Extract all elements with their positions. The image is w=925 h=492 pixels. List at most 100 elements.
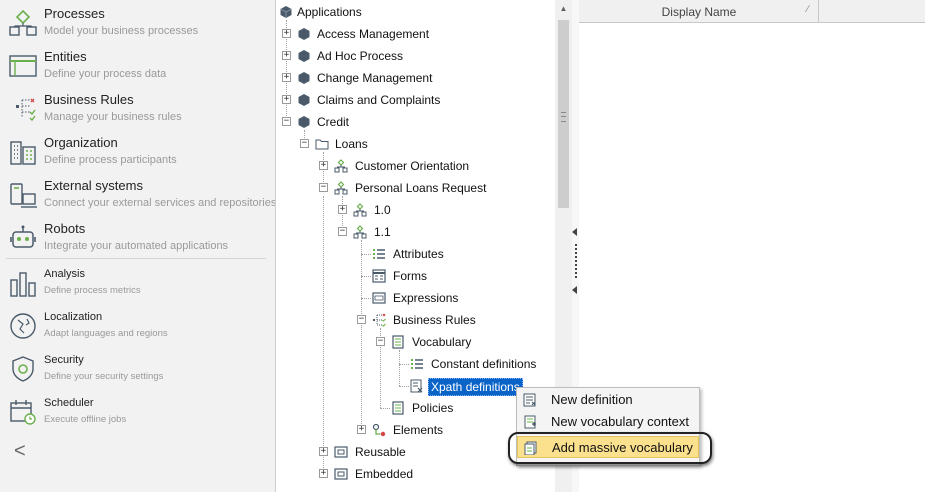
- menu-item-new-vocabulary-context[interactable]: New vocabulary context: [517, 411, 699, 433]
- column-header-filler: [819, 0, 925, 23]
- new-definition-icon: [523, 393, 536, 407]
- splitter-grip-icon: [575, 244, 577, 280]
- tree-node-label: Vocabulary: [412, 335, 472, 349]
- new-vocabulary-context-icon: [524, 415, 536, 429]
- process-icon: [334, 159, 348, 173]
- business-rules-icon: [373, 313, 386, 327]
- navigation-sidebar: Processes Model your business processes …: [0, 0, 276, 492]
- robot-icon: [10, 225, 36, 248]
- application-cube-icon: [280, 6, 292, 18]
- sidebar-item-title: Organization: [44, 135, 118, 150]
- expand-button[interactable]: +: [319, 161, 328, 170]
- sidebar-item-subtitle: Model your business processes: [44, 25, 199, 37]
- tree-node-label: Elements: [393, 423, 444, 437]
- expand-button[interactable]: +: [282, 29, 291, 38]
- collapse-button[interactable]: −: [376, 337, 385, 346]
- scroll-up-arrow-icon[interactable]: ▲: [555, 0, 572, 17]
- sidebar-item-security[interactable]: Security Define your security settings: [0, 350, 275, 392]
- add-massive-vocabulary-icon: [524, 441, 537, 455]
- sidebar-divider: [6, 258, 266, 259]
- tree-node-label: Xpath definitions: [428, 378, 523, 396]
- grip-icon: [561, 112, 566, 122]
- sidebar-item-title: Scheduler: [44, 397, 94, 409]
- tree-node-label: 1.0: [374, 203, 391, 217]
- elements-icon: [372, 423, 386, 437]
- process-icon: [334, 181, 348, 195]
- application-cube-icon: [298, 94, 310, 106]
- collapse-left-arrow-icon[interactable]: [572, 228, 577, 236]
- organization-icon: [10, 141, 36, 165]
- application-cube-icon: [298, 50, 310, 62]
- expand-button[interactable]: +: [357, 425, 366, 434]
- process-version-icon: [353, 225, 367, 239]
- tree-connector: [399, 386, 409, 387]
- embedded-icon: [334, 468, 348, 480]
- expand-button[interactable]: +: [282, 51, 291, 60]
- expressions-icon: [372, 292, 386, 304]
- sidebar-item-entities[interactable]: Entities Define your process data: [0, 47, 275, 89]
- expand-button[interactable]: +: [338, 205, 347, 214]
- collapse-sidebar-button[interactable]: <: [14, 440, 34, 464]
- column-header-display-name[interactable]: Display Name ⁄: [579, 0, 819, 23]
- sidebar-item-robots[interactable]: Robots Integrate your automated applicat…: [0, 219, 275, 261]
- collapse-button[interactable]: −: [300, 139, 309, 148]
- policies-icon: [392, 401, 404, 415]
- tree-connector: [399, 350, 400, 386]
- tree-node-label: Loans: [335, 137, 368, 151]
- collapse-button[interactable]: −: [357, 315, 366, 324]
- process-version-icon: [353, 203, 367, 217]
- sidebar-item-scheduler[interactable]: Scheduler Execute offline jobs: [0, 393, 275, 435]
- application-cube-icon: [298, 72, 310, 84]
- sidebar-item-title: Localization: [44, 311, 103, 323]
- collapse-button[interactable]: −: [282, 117, 291, 126]
- security-icon: [12, 356, 34, 382]
- external-systems-icon: [10, 183, 37, 208]
- sidebar-item-analysis[interactable]: Analysis Define process metrics: [0, 264, 275, 306]
- sidebar-item-business-rules[interactable]: Business Rules Manage your business rule…: [0, 90, 275, 132]
- column-resize-icon[interactable]: ⁄: [807, 4, 809, 15]
- tree-connector: [399, 364, 409, 365]
- sidebar-item-subtitle: Integrate your automated applications: [44, 240, 229, 252]
- tree-node-label: 1.1: [374, 225, 391, 239]
- collapse-left-arrow-icon[interactable]: [572, 286, 577, 294]
- tree-connector: [361, 240, 362, 430]
- tree-node-label: Business Rules: [393, 313, 476, 327]
- sidebar-item-title: Entities: [44, 49, 87, 64]
- menu-item-add-massive-vocabulary[interactable]: Add massive vocabulary: [517, 436, 699, 458]
- scheduler-icon: [10, 400, 36, 425]
- sidebar-item-organization[interactable]: Organization Define process participants: [0, 133, 275, 175]
- xpath-definitions-icon: [410, 379, 423, 393]
- expand-button[interactable]: +: [319, 469, 328, 478]
- sidebar-item-processes[interactable]: Processes Model your business processes: [0, 4, 275, 46]
- sidebar-item-subtitle: Execute offline jobs: [44, 414, 127, 425]
- reusable-icon: [334, 446, 348, 458]
- sidebar-item-title: Processes: [44, 6, 105, 21]
- sidebar-item-title: Business Rules: [44, 92, 134, 107]
- scrollbar-thumb[interactable]: [558, 20, 569, 208]
- tree-node-label: Expressions: [393, 291, 459, 305]
- tree-connector: [361, 276, 371, 277]
- entities-icon: [9, 55, 37, 77]
- expand-button[interactable]: +: [319, 447, 328, 456]
- menu-item-new-definition[interactable]: New definition: [517, 389, 699, 411]
- expand-button[interactable]: +: [282, 73, 291, 82]
- collapse-button[interactable]: −: [338, 227, 347, 236]
- tree-node-label: Forms: [393, 269, 427, 283]
- sidebar-item-title: Robots: [44, 221, 86, 236]
- vocabulary-icon: [392, 335, 404, 349]
- application-tree: Applications + Access Management + Ad Ho…: [277, 0, 555, 492]
- sidebar-item-subtitle: Define process metrics: [44, 285, 141, 296]
- sidebar-item-external-systems[interactable]: External systems Connect your external s…: [0, 176, 276, 218]
- sidebar-item-localization[interactable]: Localization Adapt languages and regions: [0, 307, 275, 349]
- tree-node-label: Customer Orientation: [355, 159, 470, 173]
- collapse-button[interactable]: −: [319, 183, 328, 192]
- tree-connector: [361, 298, 371, 299]
- folder-icon: [315, 139, 329, 150]
- menu-item-label: New definition: [551, 392, 633, 407]
- application-cube-icon: [298, 116, 310, 128]
- sidebar-item-subtitle: Manage your business rules: [44, 111, 182, 123]
- tree-node-label: Applications: [297, 5, 362, 19]
- menu-item-label: New vocabulary context: [551, 414, 690, 429]
- tree-connector: [361, 254, 371, 255]
- expand-button[interactable]: +: [282, 95, 291, 104]
